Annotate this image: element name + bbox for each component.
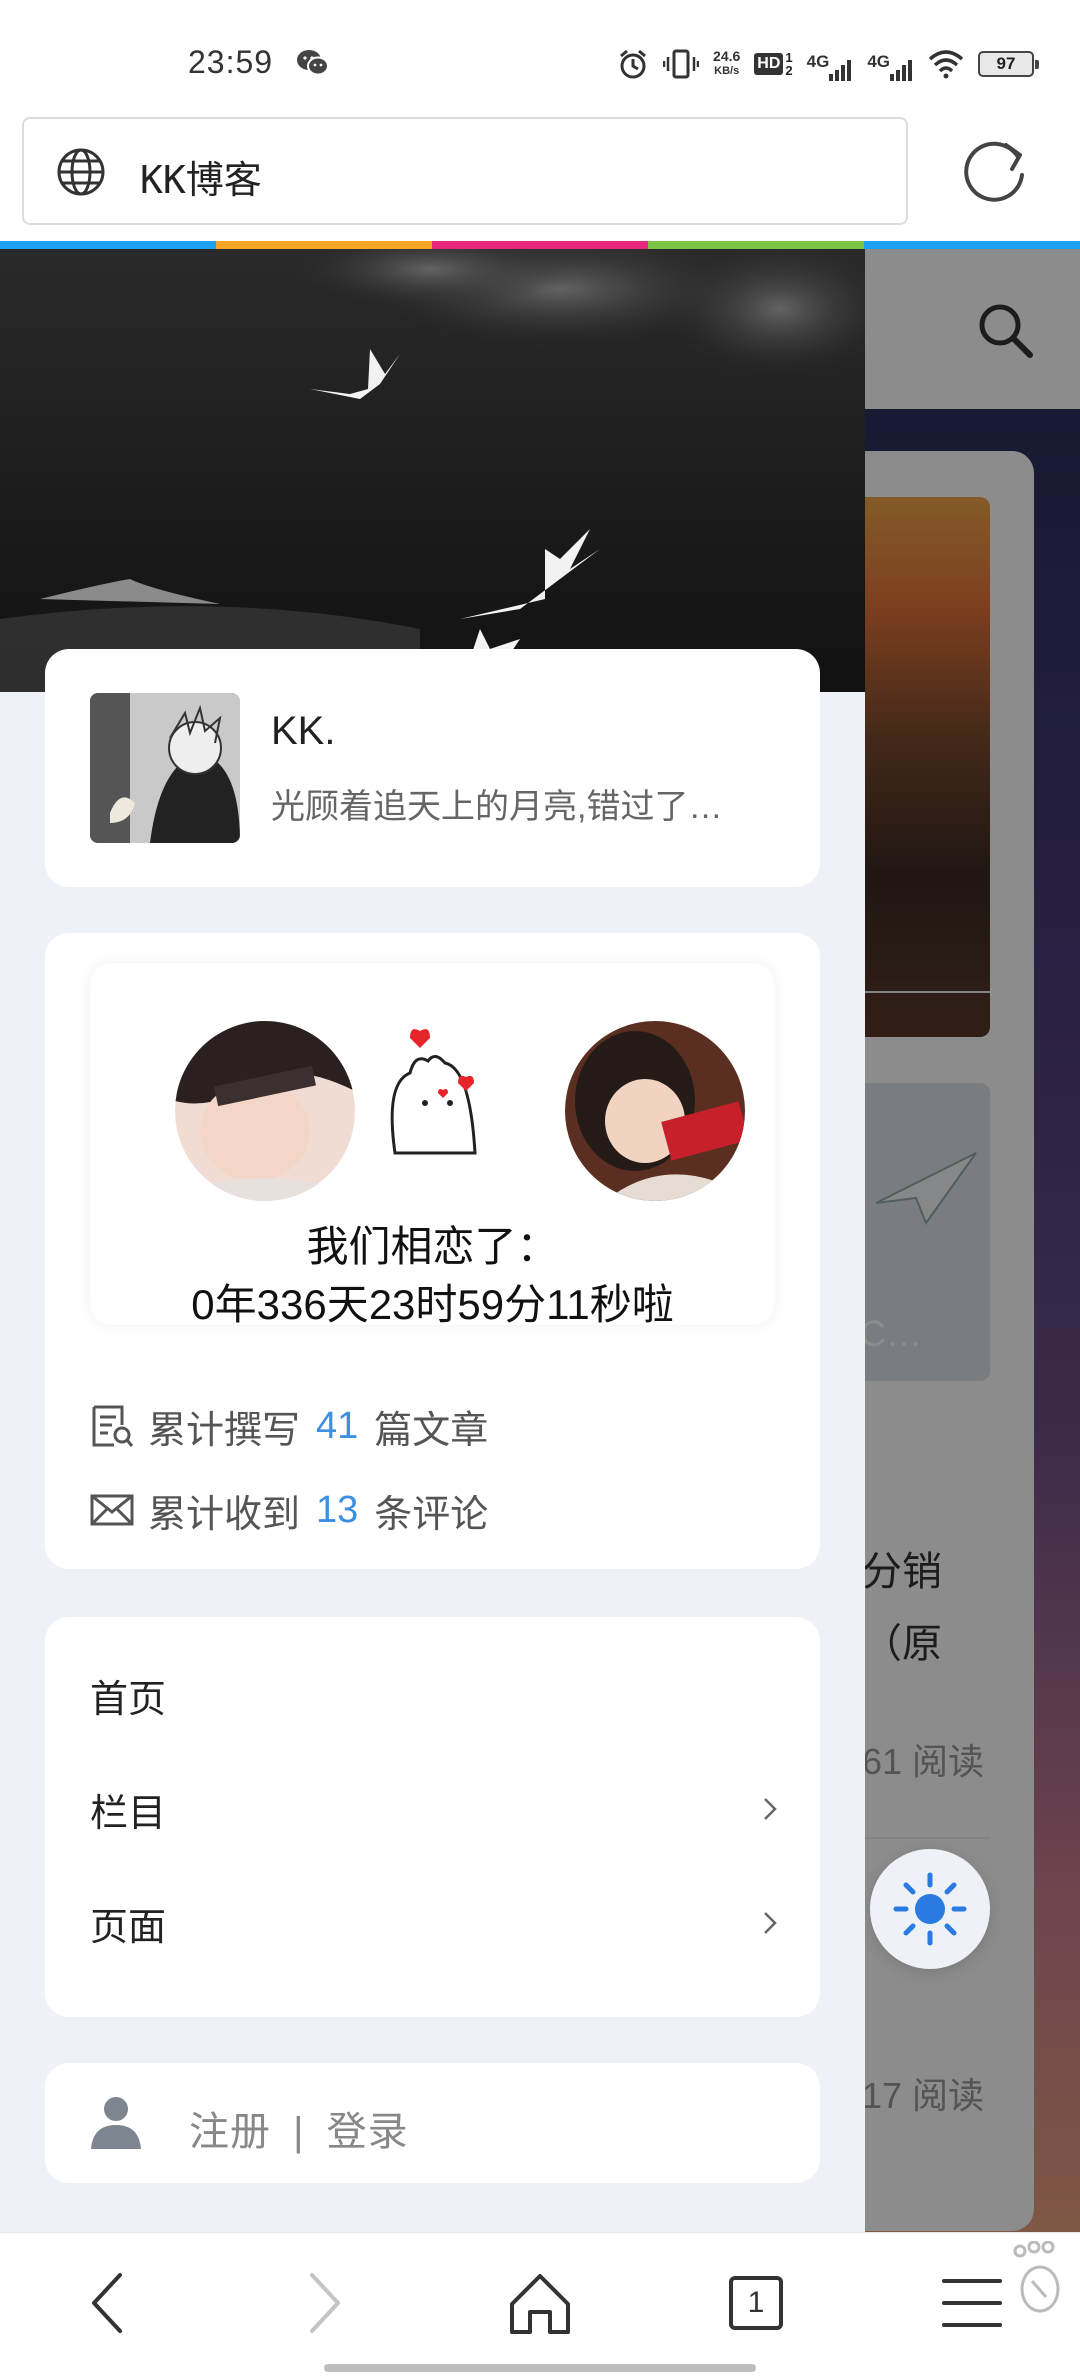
stats-card: 我们相恋了： 0年336天23时59分11秒啦 累计撰写 41 篇文章 累计收到… (45, 933, 820, 1569)
net-speed-value: 24.6 (713, 48, 741, 64)
register-link[interactable]: 注册 (189, 2110, 271, 2154)
wechat-icon (297, 50, 329, 76)
refresh-icon[interactable] (956, 133, 1032, 209)
cranes-illustration (0, 249, 865, 692)
menu-item-columns[interactable]: 栏目 (90, 1769, 780, 1849)
status-icons: 24.6 KB/s HD 12 4G 4G 97 (617, 44, 1039, 84)
progress-segment (432, 241, 648, 249)
progress-segment (216, 241, 432, 249)
wifi-icon (928, 50, 964, 79)
stat-label: 累计收到 (148, 1493, 301, 1536)
menu-item-label: 栏目 (90, 1792, 167, 1835)
status-bar: 23:59 24.6 KB/s HD 12 4G 4G 97 (0, 0, 1080, 116)
love-title: 我们相恋了： (306, 1223, 559, 1270)
paw-icon (1013, 2241, 1060, 2313)
avatar-photo (175, 1021, 355, 1201)
mail-icon (90, 1494, 134, 1526)
tab-count-badge: 1 (729, 2276, 783, 2330)
menu-item-label: 首页 (90, 1678, 167, 1721)
battery-icon: 97 (978, 51, 1039, 77)
signal-bars-icon (890, 60, 912, 81)
net-speed-unit: KB/s (714, 65, 740, 77)
avatar (175, 1021, 355, 1201)
avatar-illustration (90, 693, 240, 843)
signal-bars-icon (829, 60, 852, 81)
home-button[interactable] (500, 2263, 580, 2343)
love-counter-box: 我们相恋了： 0年336天23时59分11秒啦 (90, 963, 775, 1328)
browser-bottom-nav: 1 (0, 2232, 1080, 2376)
status-time: 23:59 (188, 44, 274, 80)
progress-segment (648, 241, 864, 249)
auth-links: 注册 | 登录 (189, 2099, 409, 2157)
signal-4g-2: 4G (867, 47, 914, 81)
user-icon (91, 2097, 141, 2149)
load-progress-strip (0, 241, 1080, 249)
menu-button[interactable] (932, 2263, 1012, 2343)
article-count-row: 累计撰写 41 篇文章 (90, 1401, 489, 1452)
signal-4g-1: 4G (807, 47, 854, 81)
love-counter: 0年336天23时59分11秒啦 (191, 1281, 674, 1328)
signal-label-1: 4G (806, 52, 830, 71)
comment-count: 13 (316, 1488, 359, 1531)
home-indicator (324, 2364, 756, 2372)
tabs-button[interactable]: 1 (716, 2263, 796, 2343)
avatar-photo (565, 1021, 745, 1201)
hd-label: HD (754, 53, 784, 75)
home-icon (510, 2274, 570, 2334)
address-bar[interactable]: KK博客 (22, 117, 908, 225)
stat-label: 条评论 (374, 1493, 489, 1536)
vibrate-icon (663, 49, 700, 79)
tab-count: 1 (747, 2286, 765, 2319)
progress-segment (0, 241, 216, 249)
login-link[interactable]: 登录 (327, 2110, 409, 2154)
chevron-right-icon (764, 1798, 777, 1820)
menu-item-home[interactable]: 首页 (90, 1655, 780, 1735)
net-speed: 24.6 KB/s (713, 49, 740, 79)
profile-card[interactable]: KK. 光顾着追天上的月亮,错过了… (45, 649, 820, 887)
back-button[interactable] (68, 2263, 148, 2343)
auth-separator: | (293, 2110, 305, 2154)
nav-menu-card: 首页 栏目 页面 (45, 1617, 820, 2017)
menu-item-label: 页面 (90, 1906, 167, 1949)
side-drawer: KK. 光顾着追天上的月亮,错过了… 我们相恋了： 0年336天23时59分11… (0, 249, 865, 2232)
chevron-left-icon (92, 2273, 122, 2333)
hd-icon: HD 12 (754, 47, 793, 81)
stat-label: 累计撰写 (148, 1409, 301, 1452)
avatar (565, 1021, 745, 1201)
avatar (90, 693, 240, 843)
signal-label-2: 4G (867, 52, 890, 71)
menu-item-pages[interactable]: 页面 (90, 1883, 780, 1963)
chevron-right-icon (310, 2273, 340, 2333)
profile-name: KK. (271, 709, 336, 753)
chevron-right-icon (764, 1912, 777, 1934)
alarm-icon (620, 49, 646, 79)
globe-icon (57, 148, 105, 196)
comment-count-row: 累计收到 13 条评论 (90, 1485, 489, 1536)
progress-segment (864, 241, 1080, 249)
theme-toggle-button[interactable] (870, 1849, 990, 1969)
sun-icon (893, 1872, 967, 1946)
drawer-cover-image (0, 249, 865, 692)
document-icon (92, 1405, 134, 1447)
hamburger-menu-icon (942, 2279, 1002, 2327)
stat-label: 篇文章 (374, 1409, 489, 1452)
profile-bio: 光顾着追天上的月亮,错过了… (271, 788, 723, 826)
bear-heart-sticker (390, 1029, 477, 1155)
article-count: 41 (316, 1404, 359, 1447)
forward-button[interactable] (284, 2263, 364, 2343)
auth-card: 注册 | 登录 (45, 2063, 820, 2183)
page-title: KK博客 (140, 158, 262, 202)
